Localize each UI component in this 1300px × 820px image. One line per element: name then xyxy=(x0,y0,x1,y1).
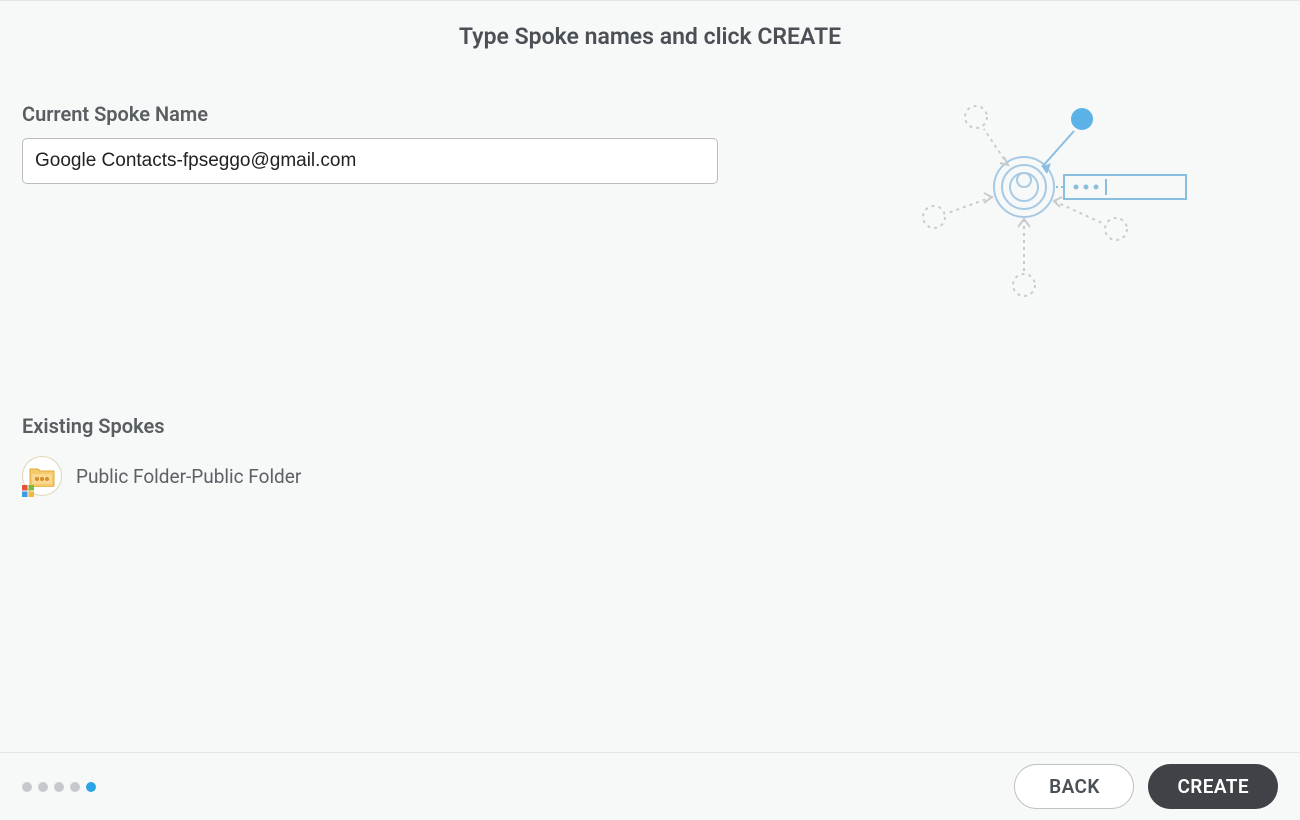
step-dot-4 xyxy=(70,782,80,792)
step-dot-5 xyxy=(86,782,96,792)
back-button[interactable]: BACK xyxy=(1014,764,1134,809)
current-spoke-input[interactable] xyxy=(22,138,718,184)
step-indicator xyxy=(22,782,96,792)
create-button[interactable]: CREATE xyxy=(1148,764,1278,809)
existing-spokes-label: Existing Spokes xyxy=(22,414,1278,438)
spoke-diagram-illustration xyxy=(904,79,1204,299)
wizard-footer: BACK CREATE xyxy=(0,752,1300,820)
step-dot-2 xyxy=(38,782,48,792)
existing-spoke-name: Public Folder-Public Folder xyxy=(76,465,301,488)
public-folder-icon xyxy=(22,456,62,496)
step-dot-1 xyxy=(22,782,32,792)
step-dot-3 xyxy=(54,782,64,792)
list-item: Public Folder-Public Folder xyxy=(22,456,1278,496)
page-title: Type Spoke names and click CREATE xyxy=(22,23,1278,50)
